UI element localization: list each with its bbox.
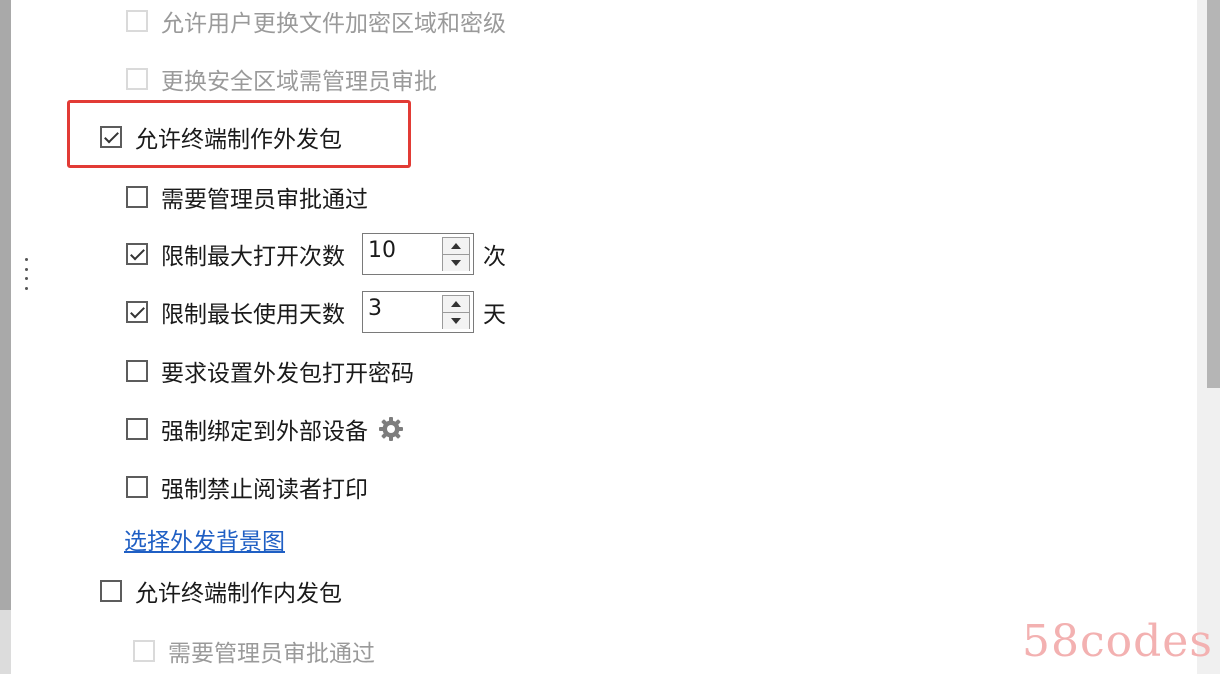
option-allow-outgoing-package[interactable]: 允许终端制作外发包 — [100, 119, 342, 155]
max-opens-stepper[interactable]: 10 — [362, 233, 474, 275]
checkbox[interactable] — [126, 418, 148, 440]
scrollbar-thumb[interactable] — [1207, 0, 1220, 388]
stepper-value[interactable]: 10 — [368, 238, 396, 263]
option-require-admin-approval[interactable]: 需要管理员审批通过 — [126, 179, 368, 215]
checkbox[interactable] — [100, 126, 122, 148]
option-allow-change-encryption-zone[interactable]: 允许用户更换文件加密区域和密级 — [126, 3, 506, 39]
option-limit-max-days[interactable]: 限制最长使用天数 3 天 — [126, 290, 506, 334]
max-days-stepper[interactable]: 3 — [362, 291, 474, 333]
watermark: 58codes — [1022, 616, 1213, 667]
option-label: 允许终端制作外发包 — [135, 127, 342, 153]
option-limit-max-opens[interactable]: 限制最大打开次数 10 次 — [126, 232, 506, 276]
option-label: 限制最长使用天数 — [161, 302, 345, 328]
checkbox[interactable] — [100, 580, 122, 602]
select-background-link[interactable]: 选择外发背景图 — [124, 522, 285, 556]
option-label: 允许用户更换文件加密区域和密级 — [161, 11, 506, 37]
checkbox[interactable] — [126, 476, 148, 498]
checkbox[interactable] — [126, 243, 148, 265]
option-disable-reader-print[interactable]: 强制禁止阅读者打印 — [126, 469, 368, 505]
option-require-package-password[interactable]: 要求设置外发包打开密码 — [126, 353, 414, 389]
checkbox[interactable] — [126, 186, 148, 208]
checkbox[interactable] — [126, 10, 148, 32]
option-label: 允许终端制作内发包 — [135, 581, 342, 607]
option-label: 需要管理员审批通过 — [161, 187, 368, 213]
stepper-up-button[interactable] — [443, 238, 469, 255]
stepper-down-button[interactable] — [443, 313, 469, 329]
option-internal-admin-approval[interactable]: 需要管理员审批通过 — [133, 633, 375, 669]
stepper-up-button[interactable] — [443, 296, 469, 313]
gear-icon[interactable] — [378, 416, 404, 442]
unit-label: 天 — [483, 302, 506, 328]
option-label: 强制禁止阅读者打印 — [161, 477, 368, 503]
left-scroll-rail-end — [0, 610, 11, 674]
stepper-value[interactable]: 3 — [368, 296, 382, 321]
option-zone-change-approval[interactable]: 更换安全区域需管理员审批 — [126, 61, 437, 97]
option-bind-external-device[interactable]: 强制绑定到外部设备 — [126, 411, 404, 447]
checkbox[interactable] — [133, 640, 155, 662]
option-allow-internal-package[interactable]: 允许终端制作内发包 — [100, 573, 342, 609]
stepper-down-button[interactable] — [443, 255, 469, 271]
option-label: 更换安全区域需管理员审批 — [161, 69, 437, 95]
checkbox[interactable] — [126, 301, 148, 323]
unit-label: 次 — [483, 244, 506, 270]
vertical-dots-icon[interactable] — [19, 258, 33, 290]
option-label: 限制最大打开次数 — [161, 244, 345, 270]
option-label: 强制绑定到外部设备 — [161, 419, 368, 445]
checkbox[interactable] — [126, 68, 148, 90]
left-scroll-rail — [0, 0, 11, 610]
option-label: 要求设置外发包打开密码 — [161, 361, 414, 387]
option-label: 需要管理员审批通过 — [168, 641, 375, 667]
checkbox[interactable] — [126, 360, 148, 382]
